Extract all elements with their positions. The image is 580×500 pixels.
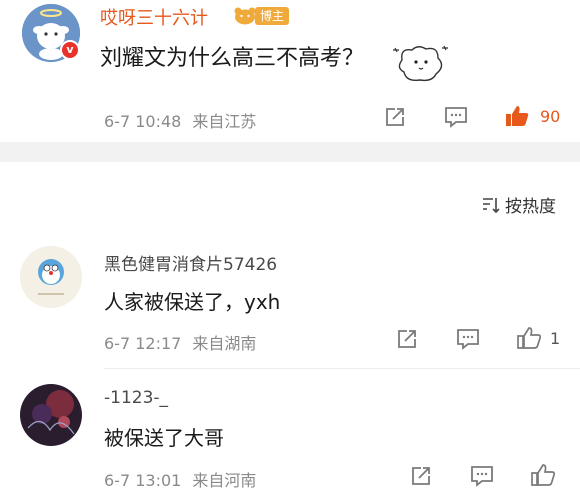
thumbs-up-icon[interactable] xyxy=(516,326,542,350)
comment-username[interactable]: -1123-_ xyxy=(104,388,168,408)
post-meta: 6-7 10:48 来自江苏 xyxy=(104,108,256,132)
thumbs-up-icon[interactable] xyxy=(530,463,556,487)
comment-location: 来自河南 xyxy=(192,471,257,490)
comment-separator xyxy=(104,368,580,369)
post-content: 刘耀文为什么高三不高考？ xyxy=(100,46,365,71)
sort-label: 按热度 xyxy=(505,197,556,217)
comment-username[interactable]: 黑色健胃消食片57426 xyxy=(104,250,277,275)
comment-text: 人家被保送了，yxh xyxy=(104,290,281,314)
thumbs-up-icon[interactable] xyxy=(504,104,530,128)
comment-icon[interactable] xyxy=(444,106,468,128)
share-icon[interactable] xyxy=(410,465,432,487)
comment-location: 来自湖南 xyxy=(192,334,257,353)
comment-avatar[interactable] xyxy=(20,384,82,446)
comment-meta: 6-7 12:17 来自湖南 xyxy=(104,330,256,354)
comment-meta: 6-7 13:01 来自河南 xyxy=(104,467,256,491)
host-badge: 博主 xyxy=(233,5,290,27)
comment-like-count: 1 xyxy=(550,329,561,348)
host-tag: 博主 xyxy=(255,7,290,25)
post-like-count: 90 xyxy=(540,107,561,126)
comment-icon[interactable] xyxy=(470,465,494,487)
post-username[interactable]: 哎呀三十六计 xyxy=(100,4,208,30)
comment-icon[interactable] xyxy=(456,328,480,350)
section-divider xyxy=(0,142,580,162)
share-icon[interactable] xyxy=(396,328,418,350)
comment-text: 被保送了大哥 xyxy=(104,426,224,450)
bear-icon xyxy=(234,7,256,25)
sort-icon xyxy=(483,197,500,213)
comment-time: 6-7 13:01 xyxy=(104,471,182,490)
share-icon[interactable] xyxy=(384,106,406,128)
post-time: 6-7 10:48 xyxy=(104,112,182,131)
sort-by-hot-button[interactable]: 按热度 xyxy=(481,192,556,217)
dog-sticker-icon xyxy=(393,45,448,82)
post: v 哎呀三十六计 博主 刘耀文为什么高三不高考？ 6-7 10:48 来自江苏 xyxy=(0,0,580,142)
post-location: 来自江苏 xyxy=(192,112,257,131)
verified-badge-icon: v xyxy=(60,40,80,60)
comment-avatar[interactable] xyxy=(20,246,82,308)
comment-time: 6-7 12:17 xyxy=(104,334,182,353)
